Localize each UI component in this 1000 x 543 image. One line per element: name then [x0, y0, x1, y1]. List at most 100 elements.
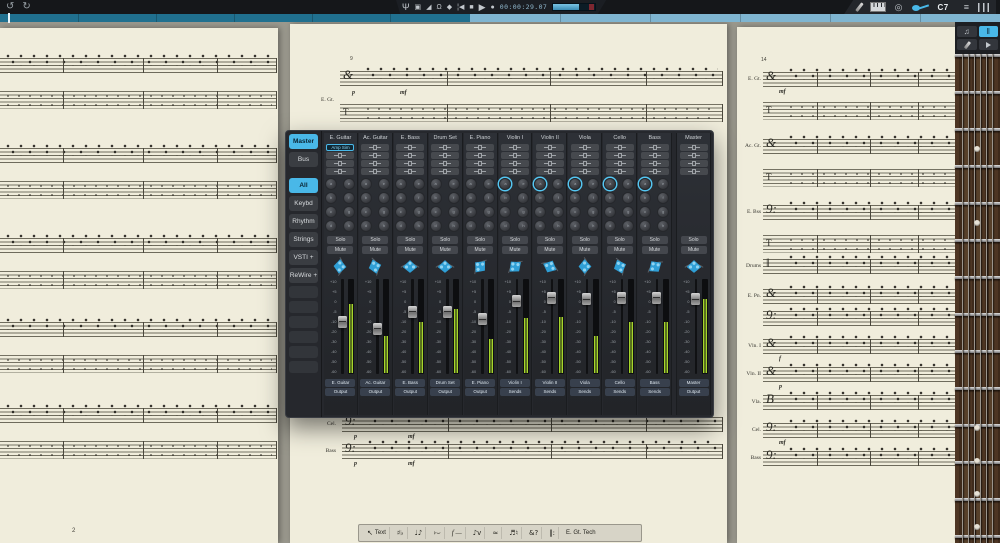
mute-button[interactable]: Mute — [606, 245, 633, 254]
insert-slot[interactable] — [431, 152, 460, 159]
mixer-tab-master[interactable]: Master — [289, 134, 318, 149]
insert-slot[interactable] — [679, 152, 708, 159]
insert-slot-named[interactable]: Amp Sim — [326, 144, 355, 151]
palette-item[interactable]: ♩♪ — [412, 527, 427, 539]
knob-g[interactable]: g — [342, 205, 355, 218]
knob-e[interactable]: e — [552, 177, 565, 190]
knob-d[interactable]: d — [429, 219, 442, 232]
mute-button[interactable]: Mute — [432, 245, 459, 254]
knob-b[interactable]: b — [464, 191, 477, 204]
palette-item[interactable]: ›⌣ — [430, 527, 445, 539]
knob-d[interactable]: d — [639, 219, 652, 232]
rewind-button[interactable]: ¦◀ — [457, 4, 464, 11]
record-button[interactable]: ● — [491, 4, 495, 11]
insert-slot[interactable] — [605, 168, 634, 175]
knob-e[interactable]: e — [447, 177, 460, 190]
pan-control[interactable] — [683, 256, 705, 278]
palette-item[interactable]: ♬♮ — [506, 527, 522, 539]
pen-tool-icon[interactable] — [855, 2, 864, 12]
insert-slot[interactable] — [396, 168, 425, 175]
solo-button[interactable]: Solo — [571, 235, 598, 244]
insert-slot[interactable] — [326, 160, 355, 167]
route-target-label[interactable]: Sends — [639, 387, 670, 396]
insert-slot[interactable] — [570, 152, 599, 159]
knob-g[interactable]: g — [412, 205, 425, 218]
insert-slot[interactable] — [500, 144, 529, 151]
knob-a[interactable]: a — [499, 177, 512, 190]
solo-button[interactable]: Solo — [397, 235, 424, 244]
route-target-label[interactable]: Sends — [604, 387, 635, 396]
fader-track[interactable] — [691, 278, 701, 374]
knob-g[interactable]: g — [447, 205, 460, 218]
insert-slot[interactable] — [535, 160, 564, 167]
pan-control[interactable] — [504, 256, 526, 278]
knob-h[interactable]: h — [377, 219, 390, 232]
mixer-group-rhythm[interactable]: Rhythm — [289, 214, 318, 229]
pan-control[interactable] — [609, 256, 631, 278]
route-target-label[interactable]: Output — [395, 387, 426, 396]
mixer-group-keybd[interactable]: Keybd — [289, 196, 318, 211]
solo-button[interactable]: Solo — [606, 235, 633, 244]
fader-track[interactable] — [477, 278, 487, 374]
palette-item[interactable]: ♪v — [470, 527, 486, 539]
knob-h[interactable]: h — [342, 219, 355, 232]
knob-c[interactable]: c — [534, 205, 547, 218]
score-menu-icon[interactable]: ≡ — [964, 2, 969, 12]
knob-c[interactable]: c — [464, 205, 477, 218]
fader-handle[interactable] — [652, 291, 662, 304]
knob-d[interactable]: d — [569, 219, 582, 232]
palette-item-text[interactable]: ↖ Text — [364, 527, 390, 539]
knob-c[interactable]: c — [499, 205, 512, 218]
knob-c[interactable]: c — [639, 205, 652, 218]
mute-button[interactable]: Mute — [536, 245, 563, 254]
fader-track[interactable] — [372, 278, 382, 374]
palette-item[interactable]: ♯♭ — [394, 527, 408, 539]
knob-h[interactable]: h — [412, 219, 425, 232]
solo-button[interactable]: Solo — [641, 235, 668, 244]
insert-slot[interactable] — [535, 144, 564, 151]
knob-f[interactable]: f — [447, 191, 460, 204]
undo-button[interactable]: ↺ — [6, 2, 14, 12]
knob-g[interactable]: g — [587, 205, 600, 218]
score-page-left[interactable]: 2 — [0, 28, 278, 543]
insert-slot[interactable] — [361, 144, 390, 151]
route-channel-label[interactable]: Bass — [639, 378, 670, 387]
mixer-group-strings[interactable]: Strings — [289, 232, 318, 247]
knob-a[interactable]: a — [569, 177, 582, 190]
knob-e[interactable]: e — [342, 177, 355, 190]
guitar-string[interactable] — [974, 54, 975, 543]
mute-button[interactable]: Mute — [467, 245, 494, 254]
mute-button[interactable]: Mute — [327, 245, 354, 254]
mute-button[interactable]: Mute — [571, 245, 598, 254]
stop-button[interactable]: ■ — [469, 4, 473, 11]
virtual-drumpad-icon[interactable]: ◎ — [895, 2, 903, 12]
route-target-label[interactable]: Sends — [534, 387, 565, 396]
pan-control[interactable] — [644, 256, 666, 278]
guitar-string[interactable] — [992, 54, 993, 543]
insert-slot[interactable] — [361, 168, 390, 175]
knob-e[interactable]: e — [517, 177, 530, 190]
insert-slot[interactable] — [466, 168, 495, 175]
timeline-bar[interactable] — [0, 13, 1000, 23]
insert-slot[interactable] — [326, 168, 355, 175]
knob-c[interactable]: c — [394, 205, 407, 218]
guitar-string[interactable] — [968, 54, 969, 543]
insert-slot[interactable] — [570, 160, 599, 167]
knob-a[interactable]: a — [324, 177, 337, 190]
knob-b[interactable]: b — [429, 191, 442, 204]
fader-track[interactable] — [337, 278, 347, 374]
knob-a[interactable]: a — [534, 177, 547, 190]
pan-control[interactable] — [574, 256, 596, 278]
mixer-group-rewire[interactable]: ReWire + — [289, 268, 318, 283]
knob-h[interactable]: h — [552, 219, 565, 232]
insert-slot[interactable] — [396, 152, 425, 159]
palette-item[interactable]: f — — [449, 527, 466, 539]
fader-track[interactable] — [442, 278, 452, 374]
route-channel-label[interactable]: Violin II — [534, 378, 565, 387]
edit-pencil-button[interactable] — [957, 39, 977, 50]
insert-slot[interactable] — [640, 152, 669, 159]
route-channel-label[interactable]: Drum Set — [430, 378, 461, 387]
virtual-fretboard-icon[interactable] — [911, 3, 929, 11]
insert-slot[interactable] — [605, 152, 634, 159]
fader-track[interactable] — [547, 278, 557, 374]
